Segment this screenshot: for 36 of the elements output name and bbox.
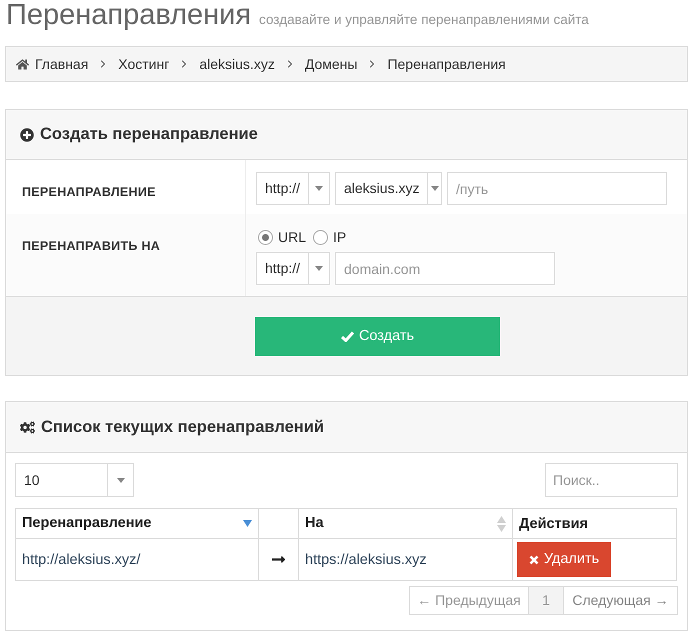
host-input[interactable]: domain.com [335,252,555,285]
caret-icon [315,186,324,191]
breadcrumb-link[interactable]: Главная [35,54,88,74]
panel-title: Создать перенаправление [40,124,258,146]
check-icon [340,331,354,342]
column-header: Действия [519,516,588,532]
scheme-select[interactable]: http:// [256,252,330,285]
table-cell: https://aleksius.xyz [305,552,427,568]
page-subtitle: создавайте и управляйте перенаправлениями сайта [259,11,589,29]
breadcrumb-link[interactable]: Домены [304,54,358,74]
page-length-select[interactable]: 10 [15,463,134,497]
scheme-select[interactable]: http:// [256,172,330,205]
panel-title: Список текущих перенаправлений [41,416,324,438]
radio-label[interactable]: URL [278,228,306,246]
radio-button[interactable] [258,230,273,244]
caret-icon [116,478,124,482]
radio-button[interactable] [313,230,328,244]
breadcrumb-link[interactable]: Хостинг [118,54,170,74]
delete-button[interactable]: Удалить [517,542,611,577]
table-cell: http://aleksius.xyz/ [22,552,140,568]
domain-select[interactable]: aleksius.xyz [335,172,442,205]
path-input[interactable]: /путь [447,172,667,205]
radio-label[interactable]: IP [333,228,346,246]
home-icon[interactable] [16,58,29,70]
breadcrumb-link[interactable]: aleksius.xyz [199,54,275,74]
breadcrumb-current: Перенаправления [387,54,506,74]
caret-icon [430,186,439,191]
column-header[interactable]: На [305,512,324,534]
gears-icon [20,420,35,434]
close-icon [528,554,539,564]
page-title: Перенаправления [6,0,252,33]
sort-descending-icon[interactable] [243,520,252,527]
field-label: ПЕРЕНАПРАВИТЬ НА [22,239,160,253]
field-label: ПЕРЕНАПРАВЛЕНИЕ [22,185,156,199]
caret-icon [315,266,324,271]
search-input[interactable]: Поиск.. [545,463,678,497]
